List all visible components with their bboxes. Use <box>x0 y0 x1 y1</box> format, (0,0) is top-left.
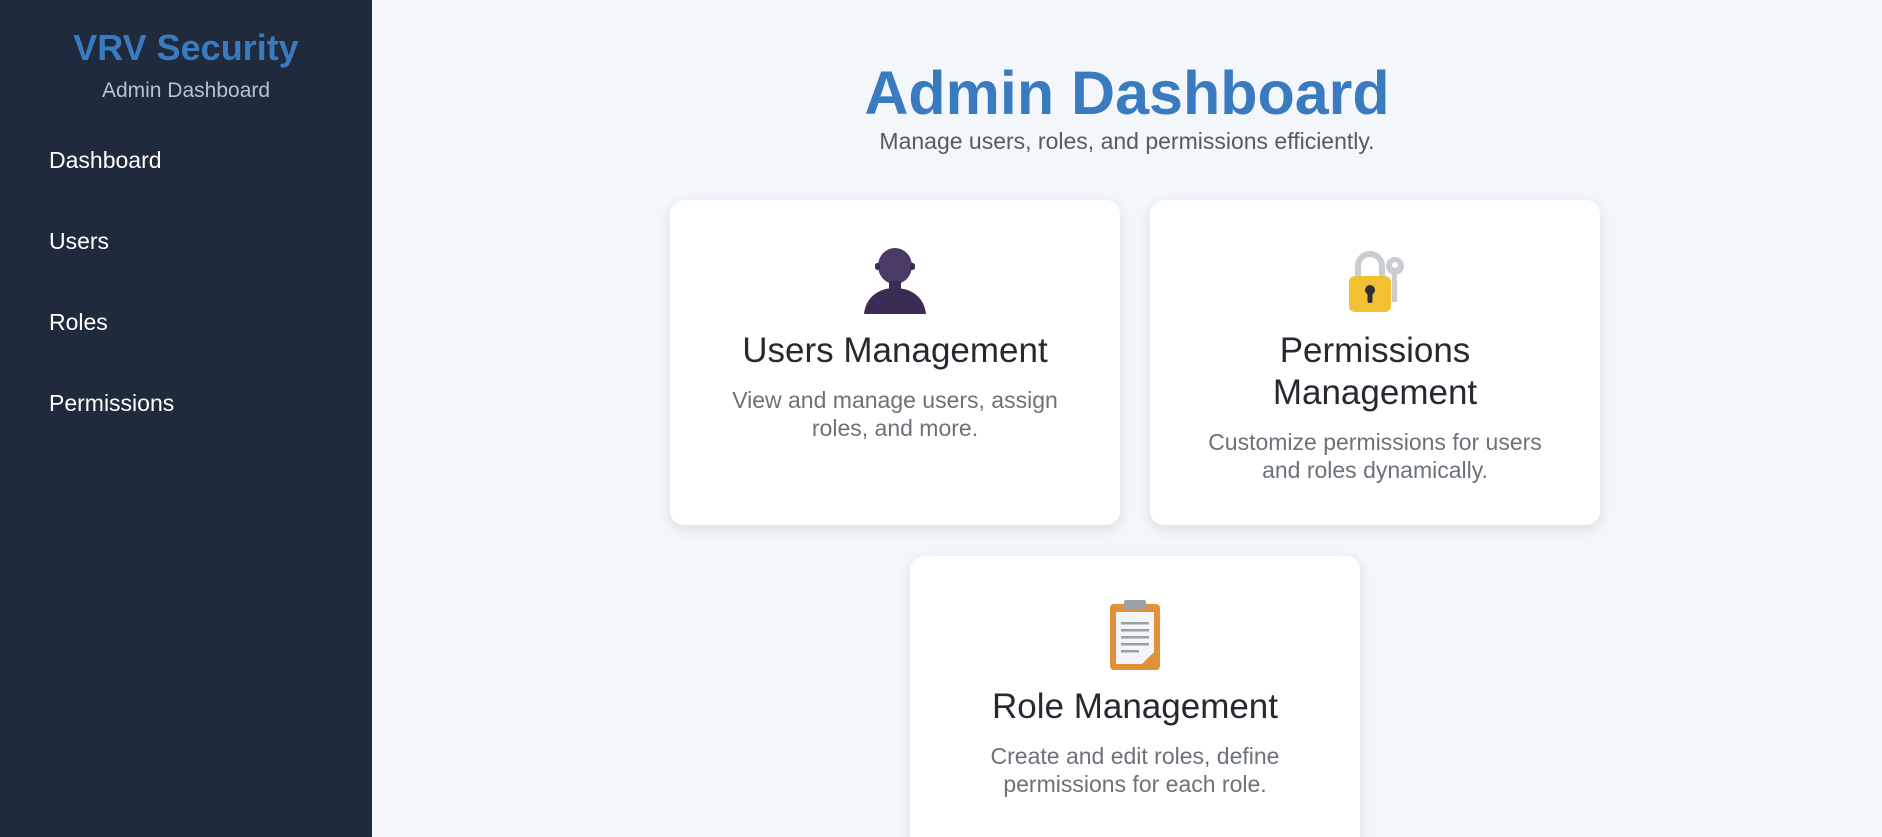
card-description: Customize permissions for users and role… <box>1208 429 1542 483</box>
sidebar-item-permissions[interactable]: Permissions <box>0 371 372 452</box>
page-subtitle: Manage users, roles, and permissions eff… <box>879 128 1375 154</box>
sidebar: VRV Security Admin Dashboard Dashboard U… <box>0 0 372 837</box>
brand-subtitle: Admin Dashboard <box>101 79 271 102</box>
page-title: Admin Dashboard <box>864 59 1390 127</box>
card-description: Create and edit roles, define permission… <box>990 743 1280 797</box>
sidebar-item-users[interactable]: Users <box>0 209 372 290</box>
card-title: Permissions Management <box>1272 331 1478 412</box>
role-management-card[interactable]: Role Management Create and edit roles, d… <box>910 556 1360 837</box>
card-title: Role Management <box>992 687 1278 726</box>
clipboard-icon <box>1110 600 1160 670</box>
app-root: VRV Security Admin Dashboard Dashboard U… <box>0 0 1882 837</box>
sidebar-item-dashboard[interactable]: Dashboard <box>0 128 372 209</box>
brand-title: VRV Security <box>73 27 299 68</box>
card-description: View and manage users, assign roles, and… <box>732 387 1058 441</box>
main-content: Admin Dashboard Manage users, roles, and… <box>372 0 1882 837</box>
users-management-card[interactable]: Users Management View and manage users, … <box>670 200 1120 525</box>
card-title: Users Management <box>742 331 1048 370</box>
permissions-management-card[interactable]: Permissions Management Customize permiss… <box>1150 200 1600 525</box>
sidebar-item-roles[interactable]: Roles <box>0 290 372 371</box>
sidebar-nav: Dashboard Users Roles Permissions <box>0 128 372 452</box>
user-icon <box>864 248 926 314</box>
lock-key-icon <box>1349 251 1404 312</box>
